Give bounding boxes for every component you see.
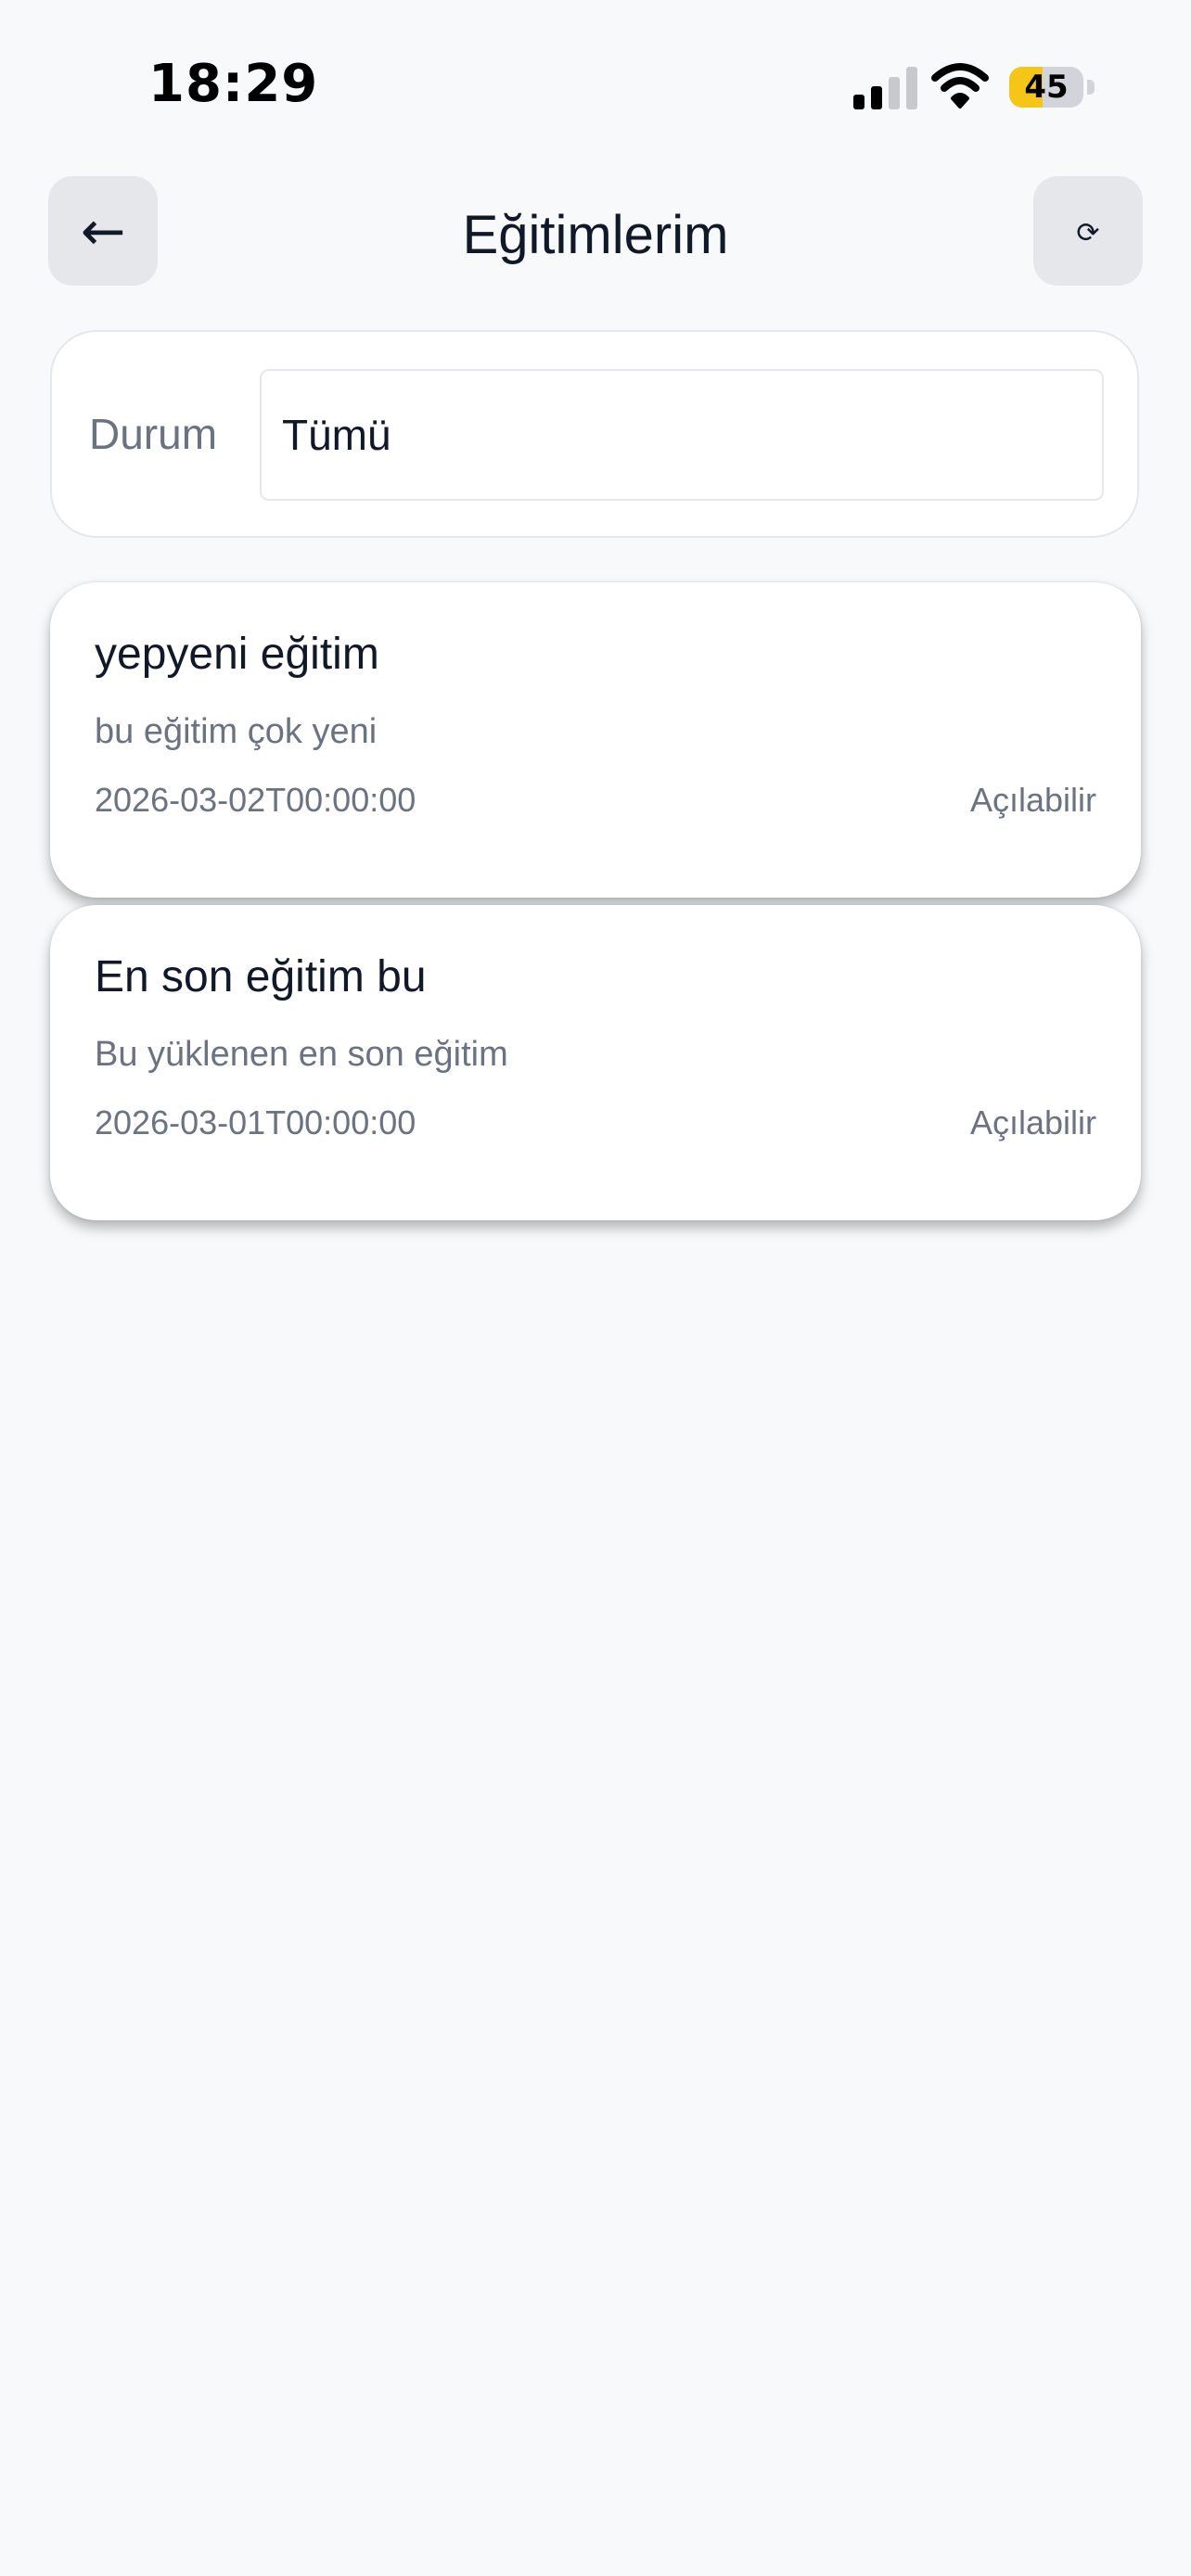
- status-filter-select[interactable]: Tümü: [260, 369, 1104, 501]
- wifi-icon: [931, 63, 989, 108]
- training-status: Açılabilir: [969, 781, 1096, 819]
- training-card[interactable]: yepyeni eğitim bu eğitim çok yeni 2026-0…: [50, 582, 1141, 898]
- cellular-signal-icon: [853, 67, 917, 109]
- battery-body: 45: [1009, 67, 1083, 108]
- status-filter-label: Durum: [89, 410, 218, 458]
- refresh-icon: ⟳: [1076, 217, 1100, 249]
- training-date: 2026-03-02T00:00:00: [95, 781, 416, 819]
- training-date: 2026-03-01T00:00:00: [95, 1103, 416, 1141]
- refresh-button[interactable]: ⟳: [1033, 176, 1143, 286]
- training-title: En son eğitim bu: [95, 952, 427, 1001]
- training-status: Açılabilir: [969, 1103, 1096, 1141]
- training-description: bu eğitim çok yeni: [95, 712, 378, 751]
- header: ← Eğitimlerim ⟳: [0, 176, 1191, 289]
- battery-nub: [1087, 80, 1095, 95]
- training-card[interactable]: En son eğitim bu Bu yüklenen en son eğit…: [50, 905, 1141, 1220]
- training-description: Bu yüklenen en son eğitim: [95, 1035, 508, 1074]
- status-filter-value: Tümü: [282, 411, 391, 459]
- page-title: Eğitimlerim: [462, 205, 729, 265]
- status-bar: 18:29 45: [0, 0, 1191, 176]
- status-filter-card: Durum Tümü: [50, 330, 1139, 538]
- training-title: yepyeni eğitim: [95, 630, 379, 679]
- battery-indicator: 45: [1009, 67, 1098, 109]
- battery-percent: 45: [1024, 69, 1069, 106]
- status-time: 18:29: [148, 54, 319, 114]
